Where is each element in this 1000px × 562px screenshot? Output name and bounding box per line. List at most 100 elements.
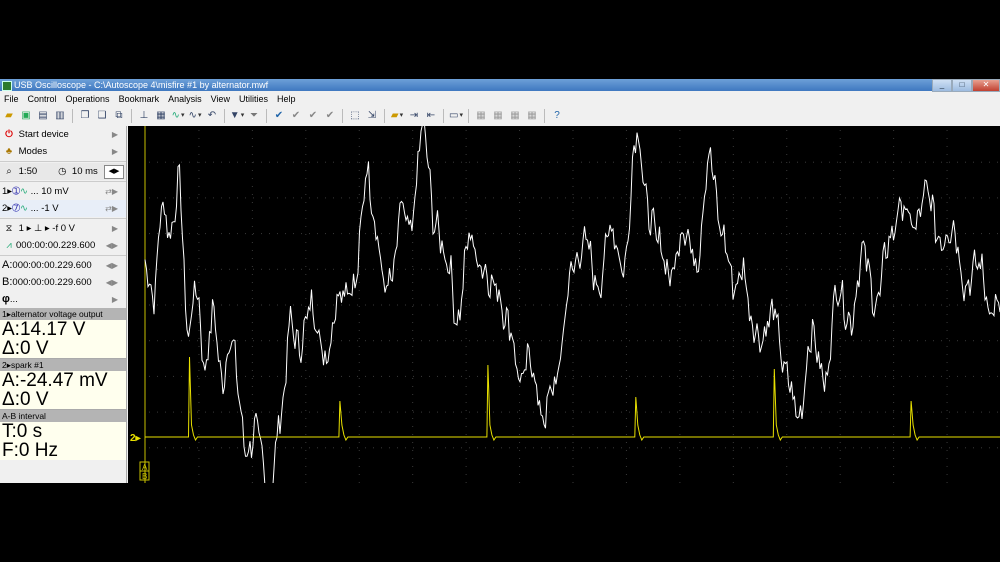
duplicate-icon[interactable]: ❑ <box>95 109 109 123</box>
grid-dot <box>786 330 788 331</box>
oscilloscope-display[interactable]: 2▸ A B <box>128 126 1000 483</box>
close-button[interactable]: ✕ <box>972 79 1000 92</box>
waveform-icon[interactable]: ∿ <box>171 109 185 123</box>
grid-dot <box>965 268 966 270</box>
panel-c-icon[interactable]: ▦ <box>508 109 522 123</box>
print-icon[interactable]: ▤ <box>36 109 50 123</box>
grid-dot <box>732 130 734 131</box>
grid-dot <box>517 161 518 163</box>
grid-dot <box>645 268 646 270</box>
grid-dot <box>732 482 734 483</box>
select-area-icon[interactable]: ⬚ <box>348 109 362 123</box>
grid-dot <box>621 340 622 342</box>
export-icon[interactable]: ⧉ <box>112 109 126 123</box>
undo-icon[interactable]: ↶ <box>205 109 219 123</box>
grid-dot <box>933 233 934 235</box>
trigger-time-row[interactable]: ⩘ 000:00:00.229.600 ◀▶ <box>0 237 126 254</box>
menu-view[interactable]: View <box>207 92 235 106</box>
grid-dot <box>786 298 788 299</box>
copy-icon[interactable]: ❐ <box>78 109 92 123</box>
grid-dot <box>901 340 902 342</box>
timebase-stepper[interactable]: ◀▶ <box>104 165 124 179</box>
panel-a-icon[interactable]: ▦ <box>474 109 488 123</box>
chart-icon[interactable]: ▦ <box>154 109 168 123</box>
grid-dot <box>533 268 534 270</box>
grid-dot <box>541 340 542 342</box>
menu-file[interactable]: File <box>0 92 24 106</box>
grid-dot <box>613 197 614 199</box>
menu-control[interactable]: Control <box>24 92 62 106</box>
grid-dot <box>877 161 878 163</box>
timebase-value[interactable]: 10 ms <box>72 166 98 177</box>
grid-dot <box>412 130 414 131</box>
grid-dot <box>251 250 253 251</box>
open-icon[interactable]: ▰ <box>2 109 16 123</box>
menu-utilities[interactable]: Utilities <box>235 92 273 106</box>
cursor-icon[interactable]: ⊥ <box>137 109 151 123</box>
check-down-icon[interactable]: ✔ <box>289 109 303 123</box>
panel-d-icon[interactable]: ▦ <box>525 109 539 123</box>
grid-dot <box>589 447 590 449</box>
grid-dot <box>797 197 798 199</box>
channel-1-row[interactable]: 1▸➀∿ ... 10 mV ⇄▶ <box>0 183 126 200</box>
check-double-icon[interactable]: ✔ <box>306 109 320 123</box>
grid-dot <box>309 268 310 270</box>
grid-dot <box>412 250 414 251</box>
start-device-item[interactable]: ⏻ Start device ▶ <box>0 126 126 143</box>
grid-dot <box>853 197 854 199</box>
grid-dot <box>893 386 895 387</box>
grid-dot <box>845 340 846 342</box>
grid-dot <box>625 434 627 435</box>
grid-dot <box>341 161 342 163</box>
filter-icon[interactable]: ▼ <box>230 109 244 123</box>
grid-dot <box>373 340 374 342</box>
check-icon[interactable]: ✔ <box>272 109 286 123</box>
grid-dot <box>946 154 948 155</box>
minimize-button[interactable]: _ <box>932 79 952 92</box>
grid-dot <box>253 304 254 306</box>
grid-dot <box>839 194 841 195</box>
modes-item[interactable]: ♣ Modes ▶ <box>0 143 126 160</box>
signal-in-icon[interactable]: ⇥ <box>407 109 421 123</box>
menu-analysis[interactable]: Analysis <box>164 92 207 106</box>
grid-dot <box>941 304 942 306</box>
phase-row[interactable]: φ... ▶ <box>0 291 126 308</box>
grid-dot <box>198 474 200 475</box>
grid-dot <box>629 340 630 342</box>
menu-bookmark[interactable]: Bookmark <box>115 92 165 106</box>
grid-dot <box>717 340 718 342</box>
panel-b-icon[interactable]: ▦ <box>491 109 505 123</box>
grid-dot <box>198 426 200 427</box>
waveform-plot[interactable]: 2▸ A B <box>128 126 1000 483</box>
move-icon[interactable]: ⇲ <box>365 109 379 123</box>
funnel-icon[interactable]: ⏷ <box>247 109 261 123</box>
channel-2-marker[interactable]: 2▸ <box>130 433 142 444</box>
zoom-value[interactable]: 1:50 <box>19 163 53 180</box>
grid-dot <box>381 233 382 235</box>
menu-help[interactable]: Help <box>273 92 301 106</box>
maximize-button[interactable]: □ <box>952 79 972 92</box>
grid-dot <box>501 447 502 449</box>
grid-dot <box>709 161 710 163</box>
menu-operations[interactable]: Operations <box>62 92 115 106</box>
paste-icon[interactable]: ▥ <box>53 109 67 123</box>
signal-out-icon[interactable]: ⇤ <box>424 109 438 123</box>
grid-dot <box>973 197 974 199</box>
grid-dot <box>946 410 948 411</box>
trigger-row[interactable]: ⧖ 1 ▸ ⊥ ▸ -f 0 V ▶ <box>0 220 126 237</box>
save-icon[interactable]: ▣ <box>19 109 33 123</box>
cursor-b-row[interactable]: B:000:00:00.229.600 ◀▶ <box>0 274 126 291</box>
grid-dot <box>333 411 334 413</box>
grid-dot <box>412 282 414 283</box>
cursor-a-row[interactable]: A:000:00:00.229.600 ◀▶ <box>0 257 126 274</box>
check-up-icon[interactable]: ✔ <box>323 109 337 123</box>
folder-icon[interactable]: ▰ <box>390 109 404 123</box>
grid-dot <box>519 394 521 395</box>
help-icon[interactable]: ? <box>550 109 564 123</box>
grid-dot <box>732 346 734 347</box>
channel-2-row[interactable]: 2▸➆∿ ... -1 V ⇄▶ <box>0 200 126 217</box>
grid-dot <box>205 304 206 306</box>
grid-dot <box>981 161 982 163</box>
waveform-alt-icon[interactable]: ∿ <box>188 109 202 123</box>
display-icon[interactable]: ▭ <box>449 109 463 123</box>
